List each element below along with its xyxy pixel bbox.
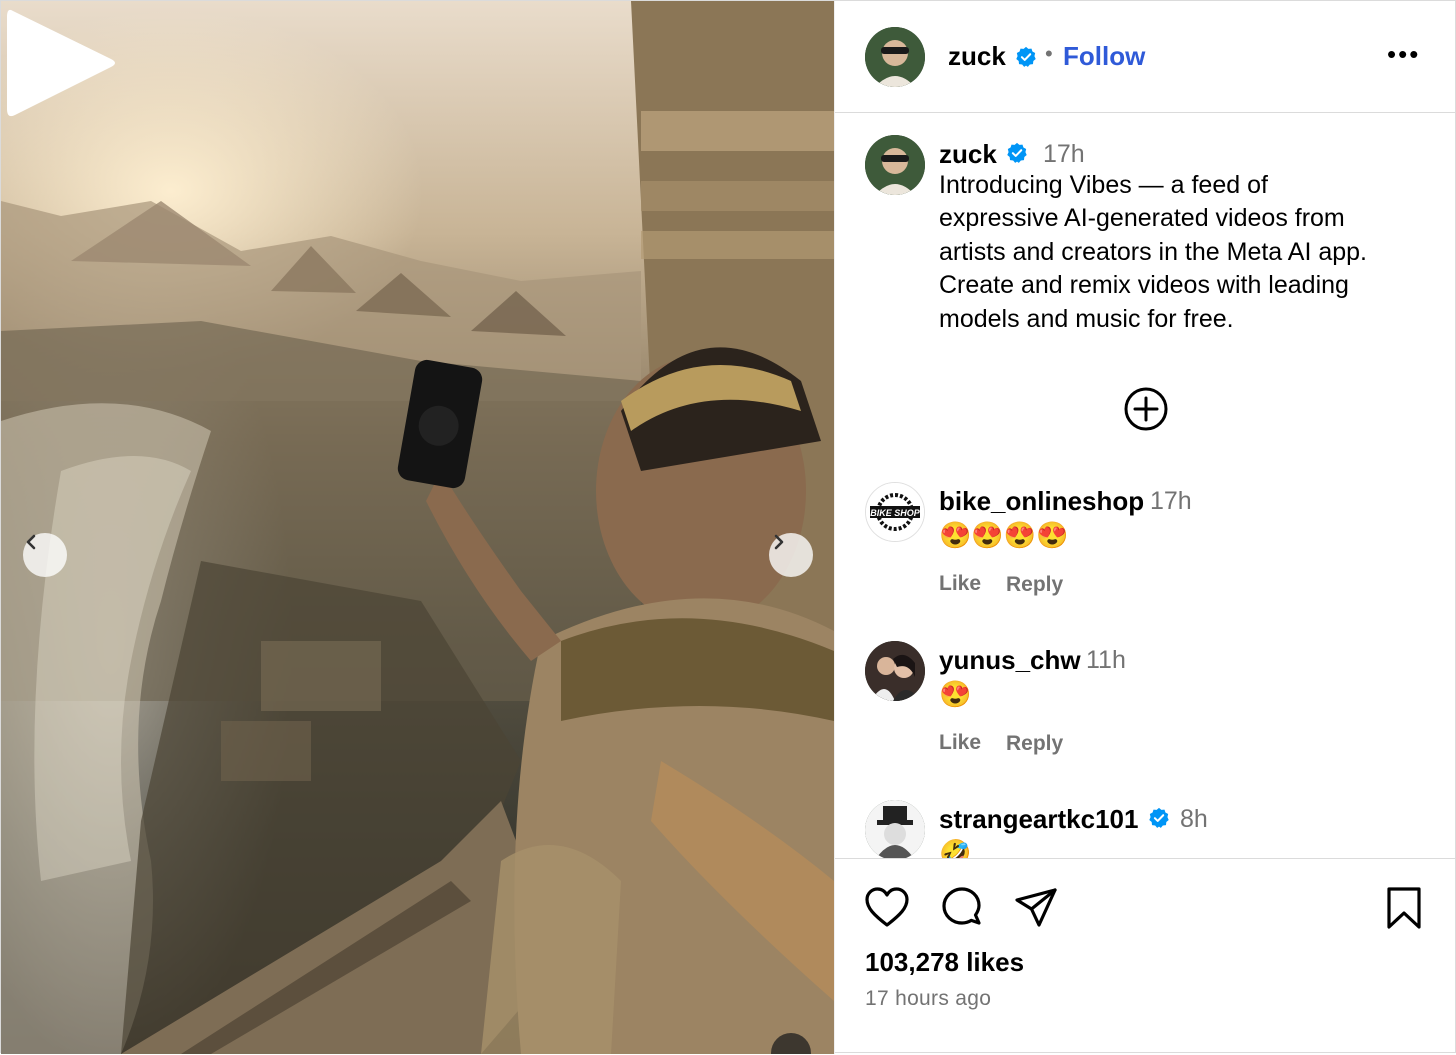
verified-icon — [1016, 46, 1036, 67]
verified-icon — [1149, 807, 1169, 828]
caption-line: Create and remix videos with leading — [939, 271, 1349, 300]
caption-timestamp: 17h — [1043, 140, 1085, 168]
caption-author-username[interactable]: zuck — [939, 139, 997, 170]
caption-text: Introducing Vibes — a feed of expressive… — [939, 169, 1429, 336]
reply-comment-button[interactable]: Reply — [1006, 573, 1063, 597]
caption-line: expressive AI-generated videos from — [939, 204, 1345, 233]
heart-icon[interactable] — [864, 885, 910, 931]
commenter-username[interactable]: bike_onlineshop — [939, 486, 1144, 517]
caption-line: Introducing Vibes — a feed of — [939, 171, 1268, 199]
post-timestamp: 17 hours ago — [865, 987, 992, 1010]
comment-text: 😍😍😍😍 — [939, 520, 1069, 550]
caption-line: models and music for free. — [939, 304, 1234, 333]
more-options-icon[interactable]: ••• — [1387, 41, 1420, 67]
comment-text: 🤣 — [939, 838, 972, 858]
caption-author-avatar-image — [865, 135, 925, 195]
author-avatar-image — [865, 27, 925, 87]
bike-shop-logo-text: BIKE SHOP — [870, 508, 921, 518]
comment-timestamp: 11h — [1086, 646, 1126, 674]
post-media-video[interactable] — [1, 1, 834, 1054]
chevron-right-icon — [774, 534, 784, 550]
share-icon[interactable] — [1013, 885, 1059, 931]
plus-circle-icon[interactable] — [1123, 386, 1169, 432]
commenter-avatar[interactable]: BIKE SHOP — [865, 482, 925, 542]
post-details-panel: zuck • Follow ••• zuck 17h Introducing V… — [834, 1, 1456, 1054]
comment-text: 😍 — [939, 679, 972, 709]
chevron-left-icon — [26, 534, 36, 550]
next-media-button[interactable] — [769, 533, 813, 577]
previous-media-button[interactable] — [23, 533, 67, 577]
author-username[interactable]: zuck — [948, 41, 1006, 72]
separator-dot: • — [1045, 41, 1053, 66]
post-header: zuck • Follow ••• — [835, 1, 1456, 113]
comment-icon[interactable] — [939, 885, 985, 931]
commenter-avatar-image — [865, 641, 925, 701]
play-icon[interactable] — [1, 1, 121, 125]
like-comment-button[interactable]: Like — [939, 731, 981, 755]
post-dialog: zuck • Follow ••• zuck 17h Introducing V… — [0, 0, 1456, 1054]
follow-button[interactable]: Follow — [1063, 41, 1145, 72]
media-scene — [1, 1, 834, 1054]
likes-count[interactable]: 103,278 likes — [865, 947, 1024, 978]
commenter-avatar-image — [865, 800, 925, 858]
verified-icon — [1007, 142, 1027, 163]
post-actions-footer: 103,278 likes 17 hours ago — [835, 858, 1456, 1055]
commenter-username[interactable]: yunus_chw — [939, 645, 1081, 676]
comment-timestamp: 17h — [1150, 487, 1192, 515]
comment-timestamp: 8h — [1180, 805, 1208, 833]
commenter-avatar[interactable] — [865, 641, 925, 701]
commenter-avatar[interactable] — [865, 800, 925, 858]
commenter-username[interactable]: strangeartkc101 — [939, 804, 1138, 835]
caption-line: artists and creators in the Meta AI app. — [939, 237, 1368, 266]
bookmark-icon[interactable] — [1381, 885, 1427, 931]
reply-comment-button[interactable]: Reply — [1006, 732, 1063, 756]
caption-author-avatar[interactable] — [865, 135, 925, 195]
author-avatar[interactable] — [865, 27, 925, 87]
bike-shop-logo: BIKE SHOP — [866, 483, 924, 541]
comments-section[interactable]: zuck 17h Introducing Vibes — a feed of e… — [835, 113, 1456, 858]
like-comment-button[interactable]: Like — [939, 572, 981, 596]
